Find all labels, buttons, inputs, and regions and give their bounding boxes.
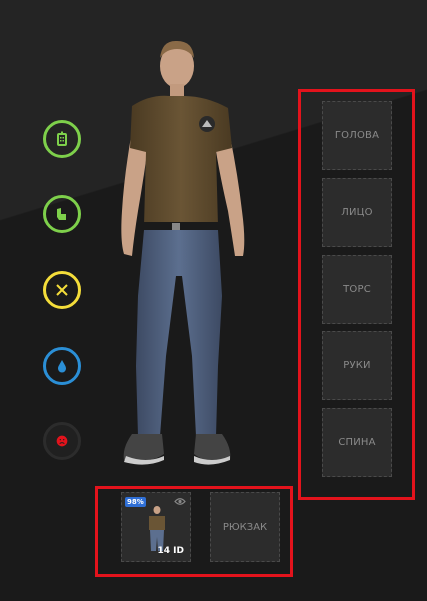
slot-hands-label: РУКИ	[343, 360, 371, 371]
outfit-card[interactable]: 98% 14 ID	[121, 492, 191, 562]
armor-indicator	[43, 195, 81, 233]
condition-badge: 98%	[125, 497, 146, 507]
food-icon	[56, 284, 68, 296]
character-model[interactable]	[110, 36, 280, 472]
slot-face[interactable]: ЛИЦО	[322, 178, 392, 247]
mood-icon	[56, 435, 68, 447]
outfit-id: 14 ID	[157, 546, 184, 556]
slot-head[interactable]: ГОЛОВА	[322, 101, 392, 170]
slot-backpack[interactable]: РЮКЗАК	[210, 492, 280, 562]
slot-head-label: ГОЛОВА	[334, 130, 380, 141]
water-icon	[58, 360, 66, 373]
health-icon	[57, 131, 67, 146]
slot-torso-label: ТОРС	[343, 284, 371, 295]
slot-face-label: ЛИЦО	[341, 207, 373, 218]
slot-backpack-label: РЮКЗАК	[222, 521, 268, 533]
slot-hands[interactable]: РУКИ	[322, 331, 392, 400]
health-indicator	[43, 120, 81, 158]
slot-torso[interactable]: ТОРС	[322, 255, 392, 324]
slot-back-label: СПИНА	[338, 437, 376, 448]
food-indicator	[43, 271, 81, 309]
armor-icon	[57, 208, 66, 220]
slot-back[interactable]: СПИНА	[322, 408, 392, 477]
mood-indicator	[43, 422, 81, 460]
water-indicator	[43, 347, 81, 385]
eye-icon[interactable]	[174, 497, 186, 506]
